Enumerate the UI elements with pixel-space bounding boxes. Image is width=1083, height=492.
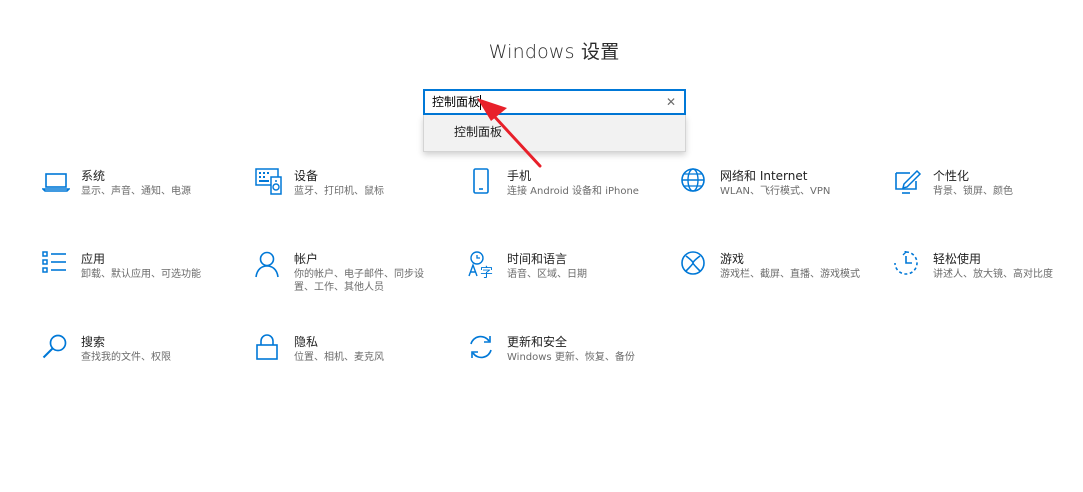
- tile-title: 设备: [294, 169, 319, 183]
- tile-title: 手机: [507, 169, 532, 183]
- tile-title: 游戏: [720, 252, 745, 266]
- settings-tile-apps[interactable]: 应用 卸载、默认应用、可选功能: [42, 251, 242, 307]
- tile-title: 个性化: [933, 169, 970, 183]
- tile-description: 你的帐户、电子邮件、同步设置、工作、其他人员: [294, 269, 424, 293]
- settings-tile-search[interactable]: 搜索 查找我的文件、权限: [42, 334, 242, 390]
- tile-description: 卸载、默认应用、可选功能: [81, 269, 201, 280]
- settings-tile-gaming[interactable]: 游戏 游戏栏、截屏、直播、游戏模式: [681, 251, 881, 307]
- tile-description: 语音、区域、日期: [507, 269, 587, 280]
- settings-tile-network[interactable]: 网络和 Internet WLAN、飞行模式、VPN: [681, 168, 881, 224]
- laptop-icon: [42, 168, 70, 196]
- sync-icon: [468, 334, 496, 362]
- settings-tile-devices[interactable]: 设备 蓝牙、打印机、鼠标: [255, 168, 455, 224]
- settings-tile-personalization[interactable]: 个性化 背景、锁屏、颜色: [894, 168, 1083, 224]
- phone-icon: [468, 168, 496, 196]
- tile-title: 时间和语言: [507, 252, 568, 266]
- tile-description: 游戏栏、截屏、直播、游戏模式: [720, 269, 860, 280]
- settings-tile-ease-of-access[interactable]: 轻松使用 讲述人、放大镜、高对比度: [894, 251, 1083, 307]
- ease-of-access-icon: [894, 251, 922, 279]
- globe-icon: [681, 168, 709, 196]
- tile-description: 背景、锁屏、颜色: [933, 186, 1013, 197]
- settings-tile-system[interactable]: 系统 显示、声音、通知、电源: [42, 168, 242, 224]
- page-title: Windows 设置: [488, 41, 620, 63]
- tile-description: Windows 更新、恢复、备份: [507, 352, 635, 363]
- time-language-icon: 字: [468, 251, 496, 279]
- tile-description: WLAN、飞行模式、VPN: [720, 186, 831, 197]
- tile-title: 系统: [81, 169, 106, 183]
- search-icon: [42, 334, 70, 362]
- tile-description: 查找我的文件、权限: [81, 352, 171, 363]
- search-input-value[interactable]: 控制面板: [432, 95, 480, 110]
- settings-tile-update-security[interactable]: 更新和安全 Windows 更新、恢复、备份: [468, 334, 668, 390]
- tile-description: 连接 Android 设备和 iPhone: [507, 186, 639, 197]
- tile-description: 显示、声音、通知、电源: [81, 186, 191, 197]
- close-icon[interactable]: ✕: [664, 95, 678, 109]
- annotation-arrow: [477, 98, 542, 168]
- settings-tile-phone[interactable]: 手机 连接 Android 设备和 iPhone: [468, 168, 668, 224]
- tile-description: 讲述人、放大镜、高对比度: [933, 269, 1053, 280]
- lock-icon: [255, 334, 283, 362]
- tile-title: 隐私: [294, 335, 319, 349]
- xbox-icon: [681, 251, 709, 279]
- person-icon: [255, 251, 283, 279]
- apps-list-icon: [42, 251, 70, 279]
- tile-title: 搜索: [81, 335, 106, 349]
- tile-description: 位置、相机、麦克风: [294, 352, 384, 363]
- search-input[interactable]: 控制面板 ✕: [423, 89, 686, 115]
- svg-text:字: 字: [480, 266, 493, 279]
- suggestion-item[interactable]: 控制面板: [424, 115, 685, 151]
- tile-title: 帐户: [294, 252, 319, 266]
- tile-title: 应用: [81, 252, 106, 266]
- personalize-icon: [894, 168, 922, 196]
- text-caret: [480, 95, 481, 110]
- devices-icon: [255, 168, 283, 196]
- settings-tile-time-language[interactable]: 字 时间和语言 语音、区域、日期: [468, 251, 668, 307]
- tile-title: 更新和安全: [507, 335, 568, 349]
- tile-description: 蓝牙、打印机、鼠标: [294, 186, 384, 197]
- tile-title: 网络和 Internet: [720, 169, 808, 183]
- search-suggestions: 控制面板: [423, 115, 686, 152]
- settings-tile-privacy[interactable]: 隐私 位置、相机、麦克风: [255, 334, 455, 390]
- settings-tile-accounts[interactable]: 帐户 你的帐户、电子邮件、同步设置、工作、其他人员: [255, 251, 455, 307]
- tile-title: 轻松使用: [933, 252, 982, 266]
